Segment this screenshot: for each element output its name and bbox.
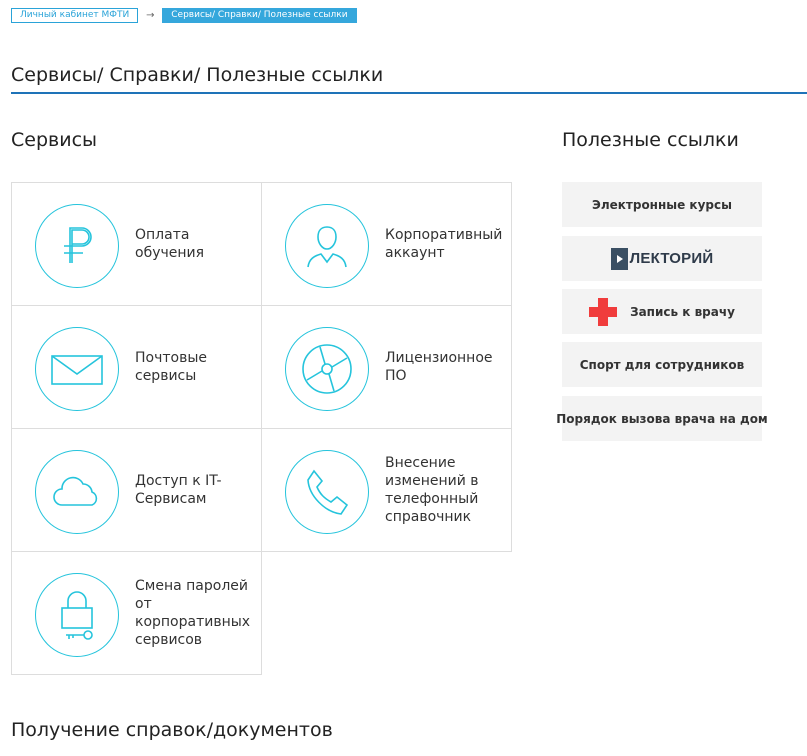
lektory-play-icon — [610, 247, 628, 270]
title-divider — [11, 92, 807, 94]
page-title: Сервисы/ Справки/ Полезные ссылки — [11, 64, 384, 86]
tile-label: Почтовые сервисы — [135, 350, 208, 384]
tile-phone-directory[interactable]: Внесение изменений в телефонный справочн… — [261, 428, 512, 552]
tile-mail-services[interactable]: Почтовые сервисы — [11, 305, 262, 429]
tile-label: Доступ к IT-Сервисам — [135, 473, 222, 507]
tile-licensed-software[interactable]: Лицензионное ПО — [261, 305, 512, 429]
breadcrumb-current: Сервисы/ Справки/ Полезные ссылки — [162, 8, 357, 23]
tile-label: Внесение изменений в телефонный справочн… — [385, 455, 479, 525]
envelope-icon — [35, 327, 119, 411]
services-title: Сервисы — [11, 129, 98, 151]
tile-label: Корпоративный аккаунт — [385, 227, 503, 261]
link-sport-for-staff[interactable]: Спорт для сотрудников — [562, 342, 762, 387]
tile-it-services[interactable]: Доступ к IT-Сервисам — [11, 428, 262, 552]
user-icon — [285, 204, 369, 288]
tile-label: Лицензионное ПО — [385, 350, 493, 384]
lektory-logo: ЛЕКТОРИЙ — [610, 247, 714, 270]
breadcrumb-home-link[interactable]: Личный кабинет МФТИ — [11, 8, 139, 23]
link-lektory[interactable]: ЛЕКТОРИЙ — [562, 236, 762, 281]
tile-password-change[interactable]: Смена паролей от корпоративных сервисов — [11, 551, 262, 675]
breadcrumb: Личный кабинет МФТИ → Сервисы/ Справки/ … — [11, 8, 357, 23]
link-label: Запись к врачу — [630, 304, 735, 319]
link-label: Порядок вызова врача на дом — [556, 411, 768, 426]
link-e-courses[interactable]: Электронные курсы — [562, 182, 762, 227]
disc-icon — [285, 327, 369, 411]
red-cross-icon — [589, 297, 618, 326]
lock-icon — [35, 573, 119, 657]
link-label: Электронные курсы — [592, 197, 732, 212]
documents-title: Получение справок/документов — [11, 719, 333, 741]
link-doctor-appointment[interactable]: Запись к врачу — [562, 289, 762, 334]
tile-label: Оплата обучения — [135, 227, 205, 261]
tile-corporate-account[interactable]: Корпоративный аккаунт — [261, 182, 512, 306]
tile-label: Смена паролей от корпоративных сервисов — [135, 578, 251, 648]
link-label: Спорт для сотрудников — [579, 357, 745, 372]
cloud-icon — [35, 450, 119, 534]
phone-icon — [285, 450, 369, 534]
link-home-doctor-call[interactable]: Порядок вызова врача на дом — [556, 396, 768, 441]
tile-tuition-payment[interactable]: Оплата обучения — [11, 182, 262, 306]
useful-links-title: Полезные ссылки — [562, 129, 739, 151]
ruble-icon — [35, 204, 119, 288]
breadcrumb-arrow-icon: → — [146, 10, 155, 21]
lektory-label: ЛЕКТОРИЙ — [629, 250, 714, 267]
